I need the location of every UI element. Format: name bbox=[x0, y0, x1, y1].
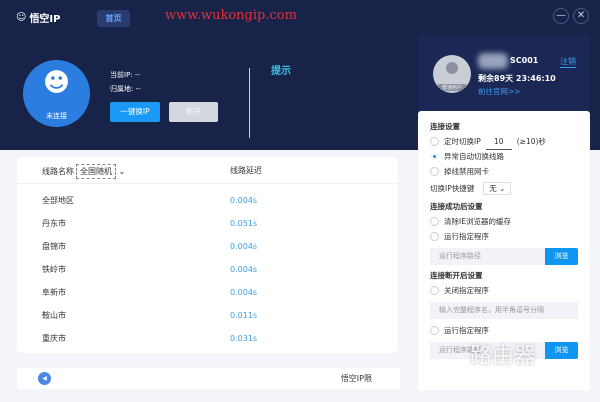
option-label: 定时切换IP bbox=[444, 137, 481, 146]
line-latency: 0.004s bbox=[230, 242, 258, 251]
user-avatar: 普通用户 bbox=[433, 55, 471, 93]
line-name: 盘锦市 bbox=[42, 242, 66, 251]
footer-bar: ◀ 悟空IP限 bbox=[17, 368, 400, 389]
clear-ie-radio[interactable] bbox=[430, 217, 439, 226]
line-latency: 0.051s bbox=[230, 219, 258, 228]
line-name: 全部地区 bbox=[42, 196, 74, 205]
interval-input[interactable]: 10 bbox=[485, 134, 512, 150]
section-title: 连接设置 bbox=[430, 122, 460, 131]
watermark-site: luyouqi.com bbox=[513, 368, 569, 378]
user-panel: 普通用户 SC001 注销 剩余89天 23:46:10 前往官网>> bbox=[418, 35, 590, 117]
logo-text: 悟空IP bbox=[29, 14, 61, 25]
line-name: 鞍山市 bbox=[42, 311, 66, 320]
run-program-radio[interactable] bbox=[430, 232, 439, 241]
section-title: 连接断开后设置 bbox=[430, 271, 483, 280]
close-program-radio[interactable] bbox=[430, 286, 439, 295]
watermark: 路由器 bbox=[470, 344, 537, 369]
disable-nic-radio[interactable] bbox=[430, 167, 439, 176]
line-latency: 0.004s bbox=[230, 196, 258, 205]
connection-status-avatar: ☻ 未连接 bbox=[23, 60, 90, 127]
line-latency: 0.004s bbox=[230, 288, 258, 297]
line-latency: 0.004s bbox=[230, 265, 258, 274]
line-table: 线路名称 全国随机 ⌄ 线路延迟 全部地区 0.004s 丹东市 0.051s 盘锦市 0.… bbox=[17, 157, 398, 353]
option-label: 运行指定程序 bbox=[444, 232, 489, 241]
section-title: 连接成功后设置 bbox=[430, 202, 483, 211]
line-latency: 0.011s bbox=[230, 311, 258, 320]
divider bbox=[249, 68, 250, 138]
option-label: 清除IE浏览器的缓存 bbox=[444, 217, 511, 226]
option-label: 关闭指定程序 bbox=[444, 286, 489, 295]
table-row[interactable]: 全部地区 0.004s bbox=[17, 189, 398, 212]
option-label: 异常自动切换线路 bbox=[444, 152, 504, 161]
disconnect-button[interactable]: 断开 bbox=[169, 102, 218, 122]
table-row[interactable]: 鞍山市 0.011s bbox=[17, 304, 398, 327]
minimize-button[interactable]: — bbox=[553, 8, 569, 24]
logout-link[interactable]: 注销 bbox=[560, 56, 576, 68]
option-label: 掉线禁用网卡 bbox=[444, 167, 489, 176]
timed-switch-radio[interactable] bbox=[430, 137, 439, 146]
speaker-icon[interactable]: ◀ bbox=[38, 372, 51, 385]
table-row[interactable]: 盘锦市 0.004s bbox=[17, 235, 398, 258]
blurred-username bbox=[478, 53, 508, 69]
tip-title: 提示 bbox=[271, 66, 291, 77]
remaining-time: 剩余89天 23:46:10 bbox=[478, 74, 556, 83]
table-row[interactable]: 重庆市 0.031s bbox=[17, 327, 398, 350]
table-row[interactable]: 铁岭市 0.004s bbox=[17, 258, 398, 281]
tab-home[interactable]: 首页 bbox=[97, 10, 130, 27]
footer-text: 悟空IP限 bbox=[340, 374, 372, 383]
current-ip: 当前IP: -- bbox=[110, 71, 140, 79]
line-name: 重庆市 bbox=[42, 334, 66, 343]
run-program2-radio[interactable] bbox=[430, 326, 439, 335]
line-name: 阜新市 bbox=[42, 288, 66, 297]
close-button[interactable]: ✕ bbox=[573, 8, 589, 24]
line-name: 铁岭市 bbox=[42, 265, 66, 274]
col-latency: 线路延迟 bbox=[230, 166, 262, 175]
interval-hint: (≥10)秒 bbox=[516, 137, 546, 146]
hotkey-select[interactable]: 无 ⌄ bbox=[483, 182, 512, 195]
browse-button[interactable]: 浏览 bbox=[545, 248, 578, 265]
hotkey-label: 切换IP快捷键 bbox=[430, 184, 475, 193]
user-role: 普通用户 bbox=[436, 84, 468, 91]
close-program-input[interactable]: 输入完整程序名，用半角逗号分隔 bbox=[430, 302, 578, 319]
username: SC001 bbox=[510, 56, 539, 65]
hotkey-value: 无 bbox=[489, 184, 497, 193]
ip-location: 归属地: -- bbox=[110, 85, 141, 93]
table-row[interactable]: 阜新市 0.004s bbox=[17, 281, 398, 304]
monkey-icon: ☻ bbox=[42, 68, 71, 98]
line-latency: 0.031s bbox=[230, 334, 258, 343]
website-url: www.wukongip.com bbox=[165, 8, 297, 23]
browse-button-2[interactable]: 浏览 bbox=[545, 342, 578, 359]
table-header: 线路名称 全国随机 ⌄ 线路延迟 bbox=[17, 157, 398, 184]
chevron-down-icon[interactable]: ⌄ bbox=[119, 167, 126, 176]
connection-state: 未连接 bbox=[46, 112, 67, 120]
auto-switch-radio[interactable] bbox=[430, 152, 439, 161]
switch-ip-button[interactable]: 一键换IP bbox=[110, 102, 160, 122]
option-label: 运行指定程序 bbox=[444, 326, 489, 335]
monkey-icon: ☺ bbox=[16, 12, 27, 23]
col-name: 线路名称 bbox=[42, 167, 74, 176]
website-link[interactable]: 前往官网>> bbox=[478, 86, 521, 97]
program-path-input[interactable]: 运行程序路径 bbox=[430, 248, 545, 265]
region-select[interactable]: 全国随机 bbox=[76, 164, 116, 179]
app-logo: ☺ 悟空IP bbox=[16, 10, 61, 25]
table-row[interactable]: 丹东市 0.051s bbox=[17, 212, 398, 235]
line-name: 丹东市 bbox=[42, 219, 66, 228]
